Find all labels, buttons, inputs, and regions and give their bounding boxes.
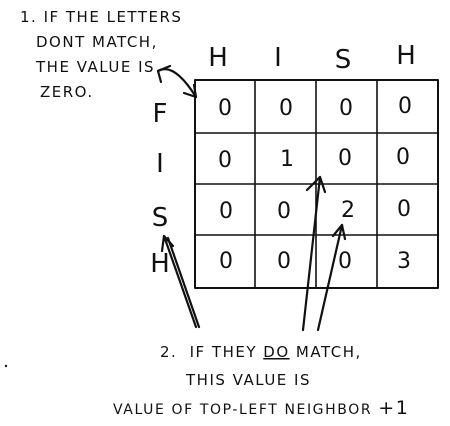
note1-line4: ZERO. bbox=[40, 83, 94, 101]
note1-line2: DONT MATCH, bbox=[36, 33, 158, 51]
note2-line2: THIS VALUE IS bbox=[185, 371, 311, 389]
note2-plus-one: +1 bbox=[378, 397, 409, 419]
cell-value: 0 bbox=[338, 249, 352, 274]
stray-mark bbox=[4, 364, 8, 368]
column-letter-4: H bbox=[396, 41, 416, 71]
note2-line3: VALUE OF TOP-LEFT NEIGHBOR +1 bbox=[113, 397, 409, 419]
row-letter-1: F bbox=[153, 99, 168, 129]
note2-line1-post: MATCH, bbox=[296, 343, 362, 361]
row-headers: F I S H bbox=[150, 99, 170, 279]
row-letter-3: S bbox=[152, 203, 169, 233]
cell-value: 1 bbox=[280, 147, 294, 172]
double-arrow bbox=[156, 64, 198, 99]
row-letter-2: I bbox=[156, 149, 164, 179]
cell-value: 0 bbox=[339, 96, 353, 121]
column-letter-1: H bbox=[208, 43, 228, 73]
cell-value: 0 bbox=[397, 197, 411, 222]
cell-value: 0 bbox=[219, 199, 233, 224]
arrow-to-row-letter bbox=[162, 234, 198, 329]
cell-value: 3 bbox=[397, 249, 411, 274]
note2-number: 2. bbox=[160, 343, 177, 361]
row-letter-4: H bbox=[150, 249, 170, 279]
arrow-to-cell-1 bbox=[301, 175, 322, 332]
cell-value: 0 bbox=[219, 249, 233, 274]
cell-value: 0 bbox=[396, 145, 410, 170]
column-letter-2: I bbox=[274, 43, 282, 73]
column-headers: H I S H bbox=[208, 41, 416, 75]
column-letter-3: S bbox=[335, 45, 352, 75]
note2-emphasis: DO bbox=[263, 343, 289, 361]
note2-line1-pre: IF THEY bbox=[190, 343, 264, 361]
match-arrows bbox=[160, 175, 347, 332]
cell-value: 0 bbox=[279, 96, 293, 121]
cell-value: 0 bbox=[277, 199, 291, 224]
lcs-grid-diagram: 1. IF THE LETTERS DONT MATCH, THE VALUE … bbox=[4, 8, 439, 419]
note-letters-do-match: 2. IF THEY DO MATCH, THIS VALUE IS VALUE… bbox=[4, 343, 409, 419]
note2-line1: 2. IF THEY DO MATCH, bbox=[160, 343, 362, 361]
note-letters-dont-match: 1. IF THE LETTERS DONT MATCH, THE VALUE … bbox=[20, 8, 182, 101]
note1-line3: THE VALUE IS bbox=[35, 58, 155, 76]
note2-line3-text: VALUE OF TOP-LEFT NEIGHBOR bbox=[113, 402, 378, 418]
arrow-to-cell-2 bbox=[316, 223, 344, 332]
cell-value: 0 bbox=[277, 249, 291, 274]
cell-value: 0 bbox=[218, 148, 232, 173]
note1-line1: 1. IF THE LETTERS bbox=[20, 8, 182, 26]
cell-value: 0 bbox=[338, 146, 352, 171]
cell-value: 0 bbox=[218, 96, 232, 121]
cell-value: 0 bbox=[398, 94, 412, 119]
cell-value: 2 bbox=[341, 198, 355, 223]
